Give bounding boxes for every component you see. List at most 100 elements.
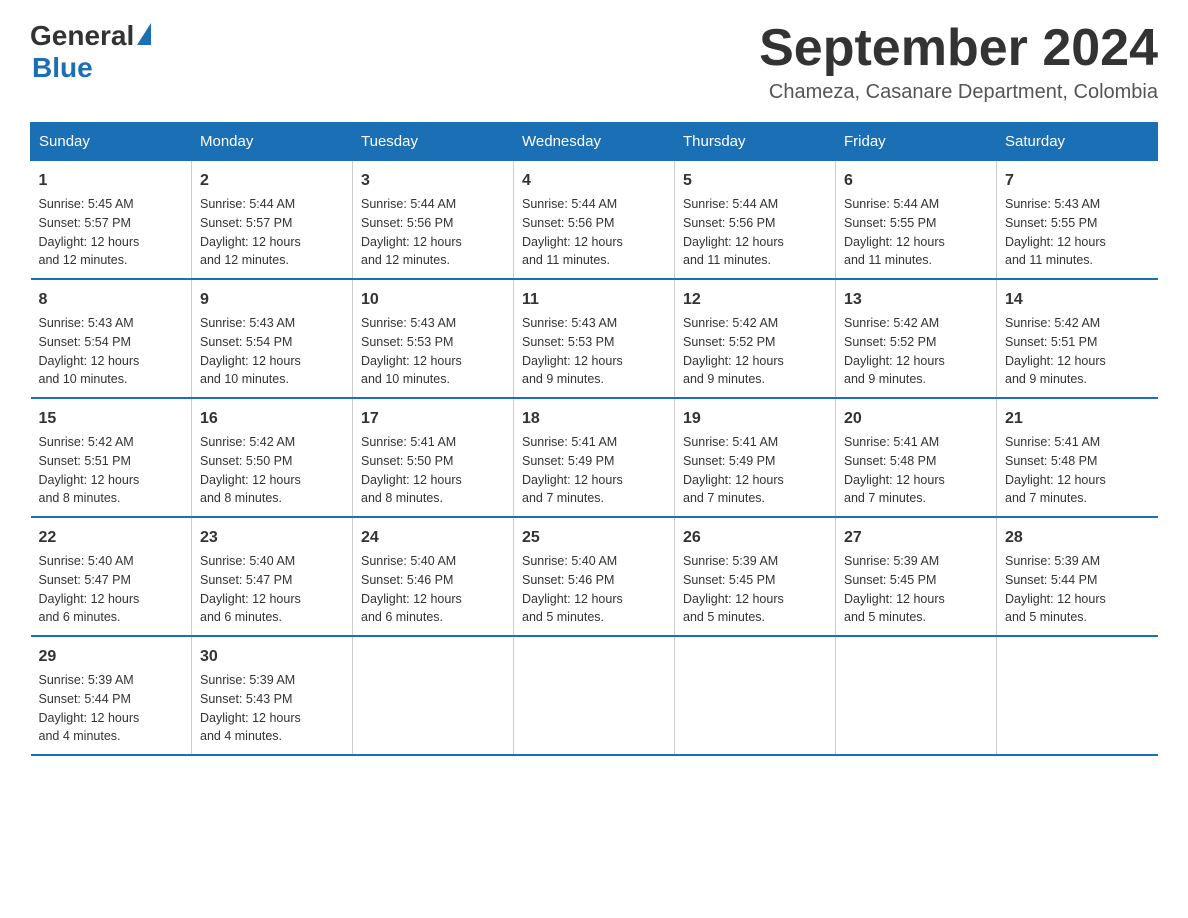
day-info: Sunrise: 5:40 AMSunset: 5:47 PMDaylight:… [39, 554, 140, 624]
day-number: 29 [39, 645, 184, 669]
calendar-cell: 12Sunrise: 5:42 AMSunset: 5:52 PMDayligh… [675, 279, 836, 398]
calendar-cell: 9 Sunrise: 5:43 AMSunset: 5:54 PMDaylight… [192, 279, 353, 398]
logo-triangle-icon [137, 23, 151, 45]
calendar-cell: 2 Sunrise: 5:44 AMSunset: 5:57 PMDaylight… [192, 161, 353, 280]
header-sunday: Sunday [31, 123, 192, 161]
calendar-cell: 3 Sunrise: 5:44 AMSunset: 5:56 PMDaylight… [353, 161, 514, 280]
day-number: 12 [683, 288, 827, 312]
day-info: Sunrise: 5:41 AMSunset: 5:49 PMDaylight:… [522, 435, 623, 505]
week-row-2: 8Sunrise: 5:43 AMSunset: 5:54 PMDaylight… [31, 279, 1158, 398]
day-number: 2 [200, 169, 344, 193]
day-info: Sunrise: 5:42 AMSunset: 5:51 PMDaylight:… [1005, 316, 1106, 386]
calendar-cell: 15 Sunrise: 5:42 AMSunset: 5:51 PMDayligh… [31, 398, 192, 517]
title-block: September 2024 Chameza, Casanare Departm… [759, 20, 1158, 104]
calendar-cell: 10 Sunrise: 5:43 AMSunset: 5:53 PMDayligh… [353, 279, 514, 398]
calendar-cell [353, 636, 514, 755]
day-info: Sunrise: 5:44 AMSunset: 5:56 PMDaylight:… [683, 197, 784, 267]
calendar-cell: 13 Sunrise: 5:42 AMSunset: 5:52 PMDayligh… [836, 279, 997, 398]
day-info: Sunrise: 5:39 AMSunset: 5:44 PMDaylight:… [39, 673, 140, 743]
day-info: Sunrise: 5:39 AMSunset: 5:43 PMDaylight:… [200, 673, 301, 743]
day-number: 17 [361, 407, 505, 431]
day-number: 1 [39, 169, 184, 193]
calendar-cell: 23 Sunrise: 5:40 AMSunset: 5:47 PMDayligh… [192, 517, 353, 636]
day-number: 5 [683, 169, 827, 193]
logo-blue-text: Blue [32, 52, 93, 84]
day-number: 15 [39, 407, 184, 431]
calendar-table: SundayMondayTuesdayWednesdayThursdayFrid… [30, 122, 1158, 756]
calendar-cell [514, 636, 675, 755]
day-number: 11 [522, 288, 666, 312]
week-row-1: 1 Sunrise: 5:45 AMSunset: 5:57 PMDaylight… [31, 161, 1158, 280]
week-row-3: 15 Sunrise: 5:42 AMSunset: 5:51 PMDayligh… [31, 398, 1158, 517]
day-number: 23 [200, 526, 344, 550]
day-number: 4 [522, 169, 666, 193]
day-info: Sunrise: 5:45 AMSunset: 5:57 PMDaylight:… [39, 197, 140, 267]
week-row-4: 22Sunrise: 5:40 AMSunset: 5:47 PMDayligh… [31, 517, 1158, 636]
calendar-cell: 24 Sunrise: 5:40 AMSunset: 5:46 PMDayligh… [353, 517, 514, 636]
logo-general-text: General [30, 20, 134, 52]
day-info: Sunrise: 5:41 AMSunset: 5:49 PMDaylight:… [683, 435, 784, 505]
calendar-cell: 16Sunrise: 5:42 AMSunset: 5:50 PMDayligh… [192, 398, 353, 517]
header-tuesday: Tuesday [353, 123, 514, 161]
calendar-cell: 4Sunrise: 5:44 AMSunset: 5:56 PMDaylight… [514, 161, 675, 280]
calendar-cell: 7 Sunrise: 5:43 AMSunset: 5:55 PMDaylight… [997, 161, 1158, 280]
calendar-cell: 21Sunrise: 5:41 AMSunset: 5:48 PMDayligh… [997, 398, 1158, 517]
calendar-cell: 25 Sunrise: 5:40 AMSunset: 5:46 PMDayligh… [514, 517, 675, 636]
day-number: 13 [844, 288, 988, 312]
calendar-cell: 5 Sunrise: 5:44 AMSunset: 5:56 PMDaylight… [675, 161, 836, 280]
day-info: Sunrise: 5:40 AMSunset: 5:46 PMDaylight:… [361, 554, 462, 624]
calendar-cell: 19 Sunrise: 5:41 AMSunset: 5:49 PMDayligh… [675, 398, 836, 517]
day-info: Sunrise: 5:43 AMSunset: 5:55 PMDaylight:… [1005, 197, 1106, 267]
calendar-cell [997, 636, 1158, 755]
day-info: Sunrise: 5:42 AMSunset: 5:51 PMDaylight:… [39, 435, 140, 505]
calendar-cell: 20 Sunrise: 5:41 AMSunset: 5:48 PMDayligh… [836, 398, 997, 517]
day-number: 19 [683, 407, 827, 431]
calendar-cell: 28 Sunrise: 5:39 AMSunset: 5:44 PMDayligh… [997, 517, 1158, 636]
calendar-cell: 27 Sunrise: 5:39 AMSunset: 5:45 PMDayligh… [836, 517, 997, 636]
header-monday: Monday [192, 123, 353, 161]
day-info: Sunrise: 5:44 AMSunset: 5:56 PMDaylight:… [361, 197, 462, 267]
day-info: Sunrise: 5:43 AMSunset: 5:54 PMDaylight:… [200, 316, 301, 386]
month-title: September 2024 [759, 20, 1158, 77]
day-number: 28 [1005, 526, 1150, 550]
header-wednesday: Wednesday [514, 123, 675, 161]
day-number: 24 [361, 526, 505, 550]
day-info: Sunrise: 5:41 AMSunset: 5:48 PMDaylight:… [844, 435, 945, 505]
day-info: Sunrise: 5:39 AMSunset: 5:45 PMDaylight:… [844, 554, 945, 624]
day-info: Sunrise: 5:39 AMSunset: 5:45 PMDaylight:… [683, 554, 784, 624]
calendar-cell [675, 636, 836, 755]
location-subtitle: Chameza, Casanare Department, Colombia [759, 81, 1158, 104]
calendar-body: 1 Sunrise: 5:45 AMSunset: 5:57 PMDaylight… [31, 161, 1158, 756]
calendar-cell: 30 Sunrise: 5:39 AMSunset: 5:43 PMDayligh… [192, 636, 353, 755]
calendar-cell: 14 Sunrise: 5:42 AMSunset: 5:51 PMDayligh… [997, 279, 1158, 398]
calendar-cell: 11Sunrise: 5:43 AMSunset: 5:53 PMDayligh… [514, 279, 675, 398]
header-friday: Friday [836, 123, 997, 161]
day-number: 9 [200, 288, 344, 312]
day-info: Sunrise: 5:43 AMSunset: 5:53 PMDaylight:… [361, 316, 462, 386]
day-info: Sunrise: 5:41 AMSunset: 5:50 PMDaylight:… [361, 435, 462, 505]
calendar-cell: 26Sunrise: 5:39 AMSunset: 5:45 PMDayligh… [675, 517, 836, 636]
day-number: 3 [361, 169, 505, 193]
day-number: 7 [1005, 169, 1150, 193]
calendar-cell: 1 Sunrise: 5:45 AMSunset: 5:57 PMDaylight… [31, 161, 192, 280]
day-info: Sunrise: 5:42 AMSunset: 5:52 PMDaylight:… [844, 316, 945, 386]
day-number: 25 [522, 526, 666, 550]
header-saturday: Saturday [997, 123, 1158, 161]
day-number: 30 [200, 645, 344, 669]
day-info: Sunrise: 5:40 AMSunset: 5:47 PMDaylight:… [200, 554, 301, 624]
day-info: Sunrise: 5:39 AMSunset: 5:44 PMDaylight:… [1005, 554, 1106, 624]
page-header: General Blue September 2024 Chameza, Cas… [30, 20, 1158, 104]
day-number: 10 [361, 288, 505, 312]
day-info: Sunrise: 5:44 AMSunset: 5:57 PMDaylight:… [200, 197, 301, 267]
calendar-cell: 22Sunrise: 5:40 AMSunset: 5:47 PMDayligh… [31, 517, 192, 636]
calendar-cell: 17 Sunrise: 5:41 AMSunset: 5:50 PMDayligh… [353, 398, 514, 517]
day-number: 20 [844, 407, 988, 431]
calendar-cell: 18Sunrise: 5:41 AMSunset: 5:49 PMDayligh… [514, 398, 675, 517]
day-number: 27 [844, 526, 988, 550]
logo: General Blue [30, 20, 151, 84]
day-number: 6 [844, 169, 988, 193]
day-number: 14 [1005, 288, 1150, 312]
calendar-cell: 29 Sunrise: 5:39 AMSunset: 5:44 PMDayligh… [31, 636, 192, 755]
day-info: Sunrise: 5:40 AMSunset: 5:46 PMDaylight:… [522, 554, 623, 624]
day-number: 16 [200, 407, 344, 431]
